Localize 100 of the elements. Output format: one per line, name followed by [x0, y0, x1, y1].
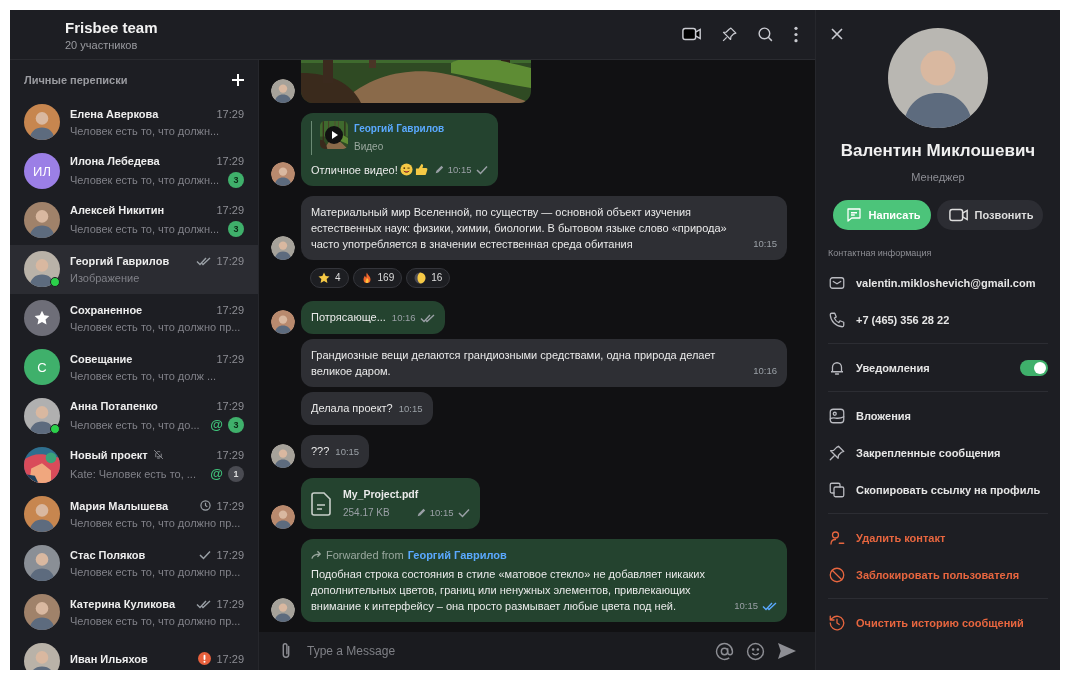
chat-time: 17:29 — [216, 399, 244, 412]
unread-badge: 3 — [228, 171, 244, 188]
call-button[interactable]: Позвонить — [936, 200, 1044, 230]
chat-item[interactable]: С Совещание 17:29 Человек есть то, что долж ... — [10, 343, 258, 392]
chat-item[interactable]: Иван Ильяхов 17:29 — [10, 637, 258, 670]
chat-item[interactable]: Новый проект 17:29 Kate: Человек есть то, ... @ 1 — [10, 441, 258, 490]
sender-avatar — [271, 598, 295, 622]
sender-avatar — [271, 235, 295, 260]
chat-name: Мария Малышева — [70, 499, 169, 512]
chat-item[interactable]: Алексей Никитин 17:29 Человек есть то, что должн... 3 — [10, 196, 258, 245]
image-icon — [828, 406, 846, 425]
pin-icon[interactable] — [721, 26, 738, 43]
document-icon — [311, 490, 333, 517]
pin-icon — [828, 443, 846, 462]
notifications-toggle[interactable] — [1020, 359, 1048, 376]
emoji-icon[interactable] — [746, 641, 765, 661]
contact-line[interactable]: valentin.mikloshevich@gmail.com — [828, 264, 1048, 301]
quote-text: Видео — [354, 139, 385, 154]
mention-mark: @ — [210, 466, 223, 481]
history-icon — [828, 613, 846, 632]
forward-author[interactable]: Георгий Гаврилов — [407, 547, 507, 563]
notifications-label: Уведомления — [856, 361, 930, 374]
profile-action[interactable]: Скопировать ссылку на профиль — [828, 471, 1048, 508]
phone-icon — [828, 310, 846, 329]
chat-time: 17:29 — [216, 499, 244, 512]
chat-item[interactable]: Мария Малышева 17:29 Человек есть то, что должно пр... — [10, 490, 258, 539]
chat-item[interactable]: Анна Потапенко 17:29 Человек есть то, что до... @ 3 — [10, 392, 258, 441]
chat-time: 17:29 — [216, 303, 244, 316]
profile-name: Валентин Миклошевич — [839, 141, 1037, 161]
message-input[interactable]: Type a Message — [305, 643, 703, 659]
person-avatar — [24, 202, 60, 238]
chat-item[interactable]: Катерина Куликова 17:29 Человек есть то, что должно пр... — [10, 588, 258, 637]
message-text: Подобная строка состояния в стиле «матовое стекло» не добавляет никаких дополнительных цветов, границ или ненужных элементов, привлекающих внимание к интерфейсу – она просто размывает любые цвета под ней. — [311, 567, 706, 614]
fire-icon — [360, 271, 373, 284]
person-avatar — [24, 545, 60, 581]
chat-title: Frisbee team — [65, 18, 159, 36]
person-avatar — [24, 594, 60, 630]
chat-item[interactable]: ИЛ Илона Лебедева 17:29 Человек есть то, что должн... 3 — [10, 147, 258, 196]
chat-item[interactable]: Георгий Гаврилов 17:29 Изображение — [10, 245, 258, 294]
message-text: Делала проект? — [311, 401, 393, 414]
message-composer[interactable]: Type a Message — [259, 632, 815, 670]
message-text: ??? — [311, 444, 330, 457]
search-icon[interactable] — [757, 26, 774, 43]
play-icon — [325, 125, 343, 144]
chat-name: Елена Аверкова — [70, 107, 159, 120]
star-icon — [34, 310, 50, 326]
chat-bubble-icon — [844, 206, 863, 224]
message-time: 10:15 — [447, 162, 472, 177]
member-count: 20 участников — [65, 38, 139, 51]
chat-time: 17:29 — [216, 154, 244, 167]
contact-line[interactable]: +7 (465) 356 28 22 — [828, 301, 1048, 338]
chat-name: Алексей Никитин — [70, 203, 165, 216]
profile-action[interactable]: Закрепленные сообщения — [828, 434, 1048, 471]
chat-time: 17:29 — [216, 203, 244, 216]
person-avatar — [24, 398, 60, 434]
chat-preview: Человек есть то, что должно пр... — [70, 565, 242, 578]
more-icon[interactable] — [793, 26, 799, 43]
forward-icon — [311, 550, 322, 560]
video-call-icon[interactable] — [682, 26, 702, 42]
profile-action[interactable]: Вложения — [828, 397, 1048, 434]
chat-name: Илона Лебедева — [70, 154, 160, 167]
person-minus-icon — [828, 528, 846, 547]
sender-avatar — [271, 78, 295, 103]
chat-name: Совещание — [70, 352, 133, 365]
reaction-chip[interactable]: 16 — [406, 267, 451, 288]
person-avatar — [24, 251, 60, 287]
block-icon — [828, 565, 846, 584]
at-icon[interactable] — [715, 641, 734, 661]
message-time: 10:15 — [734, 599, 758, 613]
unread-badge: 3 — [228, 416, 244, 433]
chat-time: 17:29 — [216, 448, 244, 461]
chat-name: Катерина Куликова — [70, 597, 176, 610]
chat-name: Иван Ильяхов — [70, 652, 148, 665]
file-name[interactable]: My_Project.pdf — [343, 486, 470, 502]
reaction-chip[interactable]: 4 — [310, 267, 349, 288]
person-avatar — [24, 104, 60, 140]
profile-action[interactable]: Удалить контакт — [828, 519, 1048, 556]
profile-action[interactable]: Очистить историю сообщений — [828, 604, 1048, 641]
sender-avatar — [271, 161, 295, 186]
plus-icon[interactable] — [232, 74, 244, 86]
chat-preview: Изображение — [70, 271, 141, 284]
reaction-chip[interactable]: 169 — [352, 267, 403, 288]
chat-preview: Человек есть то, что должн... — [70, 173, 221, 186]
chat-item[interactable]: Стас Поляков 17:29 Человек есть то, что должно пр... — [10, 539, 258, 588]
chat-time: 17:29 — [216, 107, 244, 120]
chat-time: 17:29 — [216, 548, 244, 561]
close-icon[interactable] — [831, 28, 843, 40]
send-icon[interactable] — [777, 642, 797, 660]
video-camera-icon — [948, 207, 969, 223]
chat-preview: Человек есть то, что должно пр... — [70, 516, 242, 529]
chat-item[interactable]: Елена Аверкова 17:29 Человек есть то, что должн... — [10, 98, 258, 147]
chat-name: Георгий Гаврилов — [70, 254, 170, 267]
chat-item[interactable]: Сохраненное 17:29 Человек есть то, что должно пр... — [10, 294, 258, 343]
unread-badge: 1 — [228, 465, 244, 482]
message-time: 10:15 — [429, 506, 454, 520]
reply-quote[interactable]: Георгий Гаврилов Видео — [311, 120, 488, 155]
section-label: Контактная информация — [828, 248, 933, 258]
profile-action[interactable]: Заблокировать пользователя — [828, 556, 1048, 593]
forward-label: Forwarded from — [326, 548, 404, 563]
section-label: Личные переписки — [24, 74, 128, 86]
